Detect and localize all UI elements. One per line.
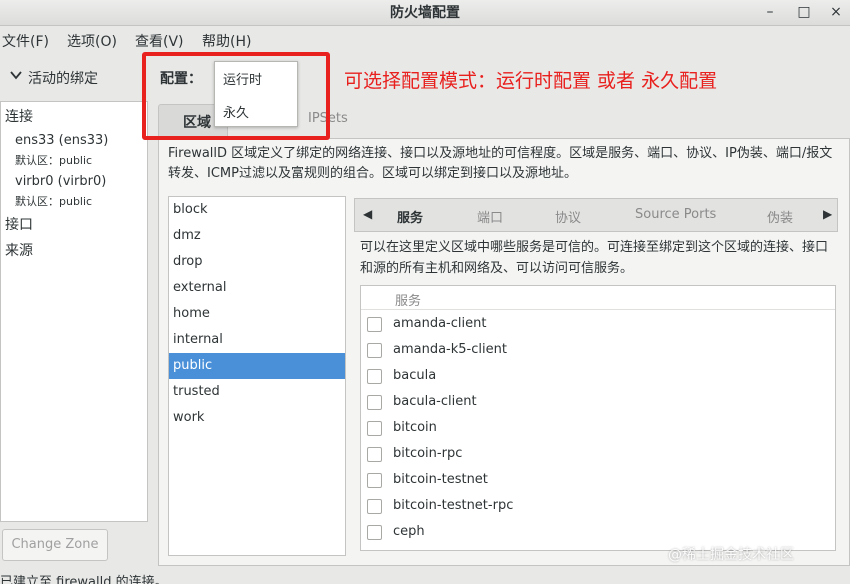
- tab-scroll-right-icon[interactable]: ▶: [823, 207, 832, 221]
- zone-list: block dmz drop external home internal pu…: [168, 196, 346, 556]
- service-checkbox[interactable]: [367, 395, 382, 410]
- tab-ports[interactable]: 端口: [477, 207, 503, 226]
- zone-item-dmz[interactable]: dmz: [169, 223, 345, 249]
- chevron-down-icon: [10, 71, 22, 80]
- change-zone-button[interactable]: Change Zone: [2, 529, 108, 561]
- service-checkbox[interactable]: [367, 421, 382, 436]
- zone-settings-tab-strip: ◀ 服务 端口 协议 Source Ports 伪装 ▶: [354, 198, 838, 232]
- menu-options[interactable]: 选项(O): [67, 31, 117, 51]
- service-name: amanda-client: [393, 316, 487, 331]
- zone-description: FirewallD 区域定义了绑定的网络连接、接口以及源地址的可信程度。区域是服…: [168, 146, 833, 181]
- service-row: bitcoin-testnet: [361, 468, 835, 494]
- zone-item-internal[interactable]: internal: [169, 327, 345, 353]
- menu-bar: 文件(F) 选项(O) 查看(V) 帮助(H): [0, 27, 850, 55]
- interface-ens33-name[interactable]: ens33 (ens33): [15, 133, 108, 148]
- service-checkbox[interactable]: [367, 317, 382, 332]
- service-row: bitcoin-testnet-rpc: [361, 494, 835, 520]
- services-list: 服务 amanda-client amanda-k5-client bacula…: [360, 285, 836, 551]
- close-icon[interactable]: ×: [821, 0, 850, 26]
- service-name: bacula: [393, 368, 437, 383]
- service-row: bacula-client: [361, 390, 835, 416]
- maximize-icon[interactable]: □: [789, 0, 819, 26]
- tab-masquerading[interactable]: 伪装: [767, 207, 793, 226]
- zone-item-home[interactable]: home: [169, 301, 345, 327]
- services-column-label: 服务: [395, 294, 422, 309]
- service-name: bitcoin-testnet-rpc: [393, 498, 514, 513]
- watermark: @稀土掘金技术社区: [668, 547, 794, 563]
- services-column-header[interactable]: 服务: [361, 286, 835, 310]
- menu-view[interactable]: 查看(V): [135, 31, 184, 51]
- active-bindings-label: 活动的绑定: [28, 71, 98, 87]
- sources-label[interactable]: 来源: [5, 240, 33, 260]
- services-description: 可以在这里定义区域中哪些服务是可信的。可连接至绑定到这个区域的连接、接口和源的所…: [360, 240, 829, 276]
- service-row: bitcoin-rpc: [361, 442, 835, 468]
- service-checkbox[interactable]: [367, 447, 382, 462]
- service-row: bacula: [361, 364, 835, 390]
- tab-services[interactable]: 服务: [397, 207, 423, 226]
- service-row: bitcoin: [361, 416, 835, 442]
- zone-item-work[interactable]: work: [169, 405, 345, 431]
- annotation-highlight-box: [142, 52, 330, 140]
- zone-item-external[interactable]: external: [169, 275, 345, 301]
- service-name: bitcoin-testnet: [393, 472, 488, 487]
- minimize-icon[interactable]: –: [755, 0, 785, 26]
- service-checkbox[interactable]: [367, 343, 382, 358]
- service-name: bitcoin-rpc: [393, 446, 463, 461]
- active-bindings-header[interactable]: 活动的绑定: [0, 58, 150, 98]
- zone-item-public[interactable]: public: [169, 353, 345, 379]
- window-title: 防火墙配置: [390, 5, 460, 21]
- menu-file[interactable]: 文件(F): [2, 31, 49, 51]
- service-name: amanda-k5-client: [393, 342, 507, 357]
- interface-virbr0-name[interactable]: virbr0 (virbr0): [15, 174, 106, 189]
- connections-label[interactable]: 连接: [5, 106, 33, 126]
- service-row: amanda-k5-client: [361, 338, 835, 364]
- status-bar: 已建立至 firewalld 的连接。: [0, 570, 850, 584]
- service-name: bitcoin: [393, 420, 437, 435]
- annotation-text: 可选择配置模式：运行时配置 或者 永久配置: [344, 70, 718, 92]
- menu-help[interactable]: 帮助(H): [202, 31, 251, 51]
- bindings-list: 连接 ens33 (ens33) 默认区：public virbr0 (virb…: [0, 101, 148, 522]
- tab-source-ports[interactable]: Source Ports: [635, 207, 716, 222]
- service-checkbox[interactable]: [367, 473, 382, 488]
- zone-item-block[interactable]: block: [169, 197, 345, 223]
- status-text: 已建立至 firewalld 的连接。: [0, 575, 168, 584]
- ports-label[interactable]: 接口: [5, 214, 33, 234]
- service-checkbox[interactable]: [367, 499, 382, 514]
- service-checkbox[interactable]: [367, 525, 382, 540]
- service-row: ceph: [361, 520, 835, 546]
- tab-protocols[interactable]: 协议: [555, 207, 581, 226]
- service-name: bacula-client: [393, 394, 477, 409]
- zone-item-trusted[interactable]: trusted: [169, 379, 345, 405]
- service-checkbox[interactable]: [367, 369, 382, 384]
- zone-item-drop[interactable]: drop: [169, 249, 345, 275]
- interface-virbr0-zone: 默认区：public: [15, 195, 93, 208]
- service-name: ceph: [393, 524, 425, 539]
- tab-scroll-left-icon[interactable]: ◀: [363, 207, 372, 221]
- interface-ens33-zone: 默认区：public: [15, 154, 93, 167]
- service-row: amanda-client: [361, 312, 835, 338]
